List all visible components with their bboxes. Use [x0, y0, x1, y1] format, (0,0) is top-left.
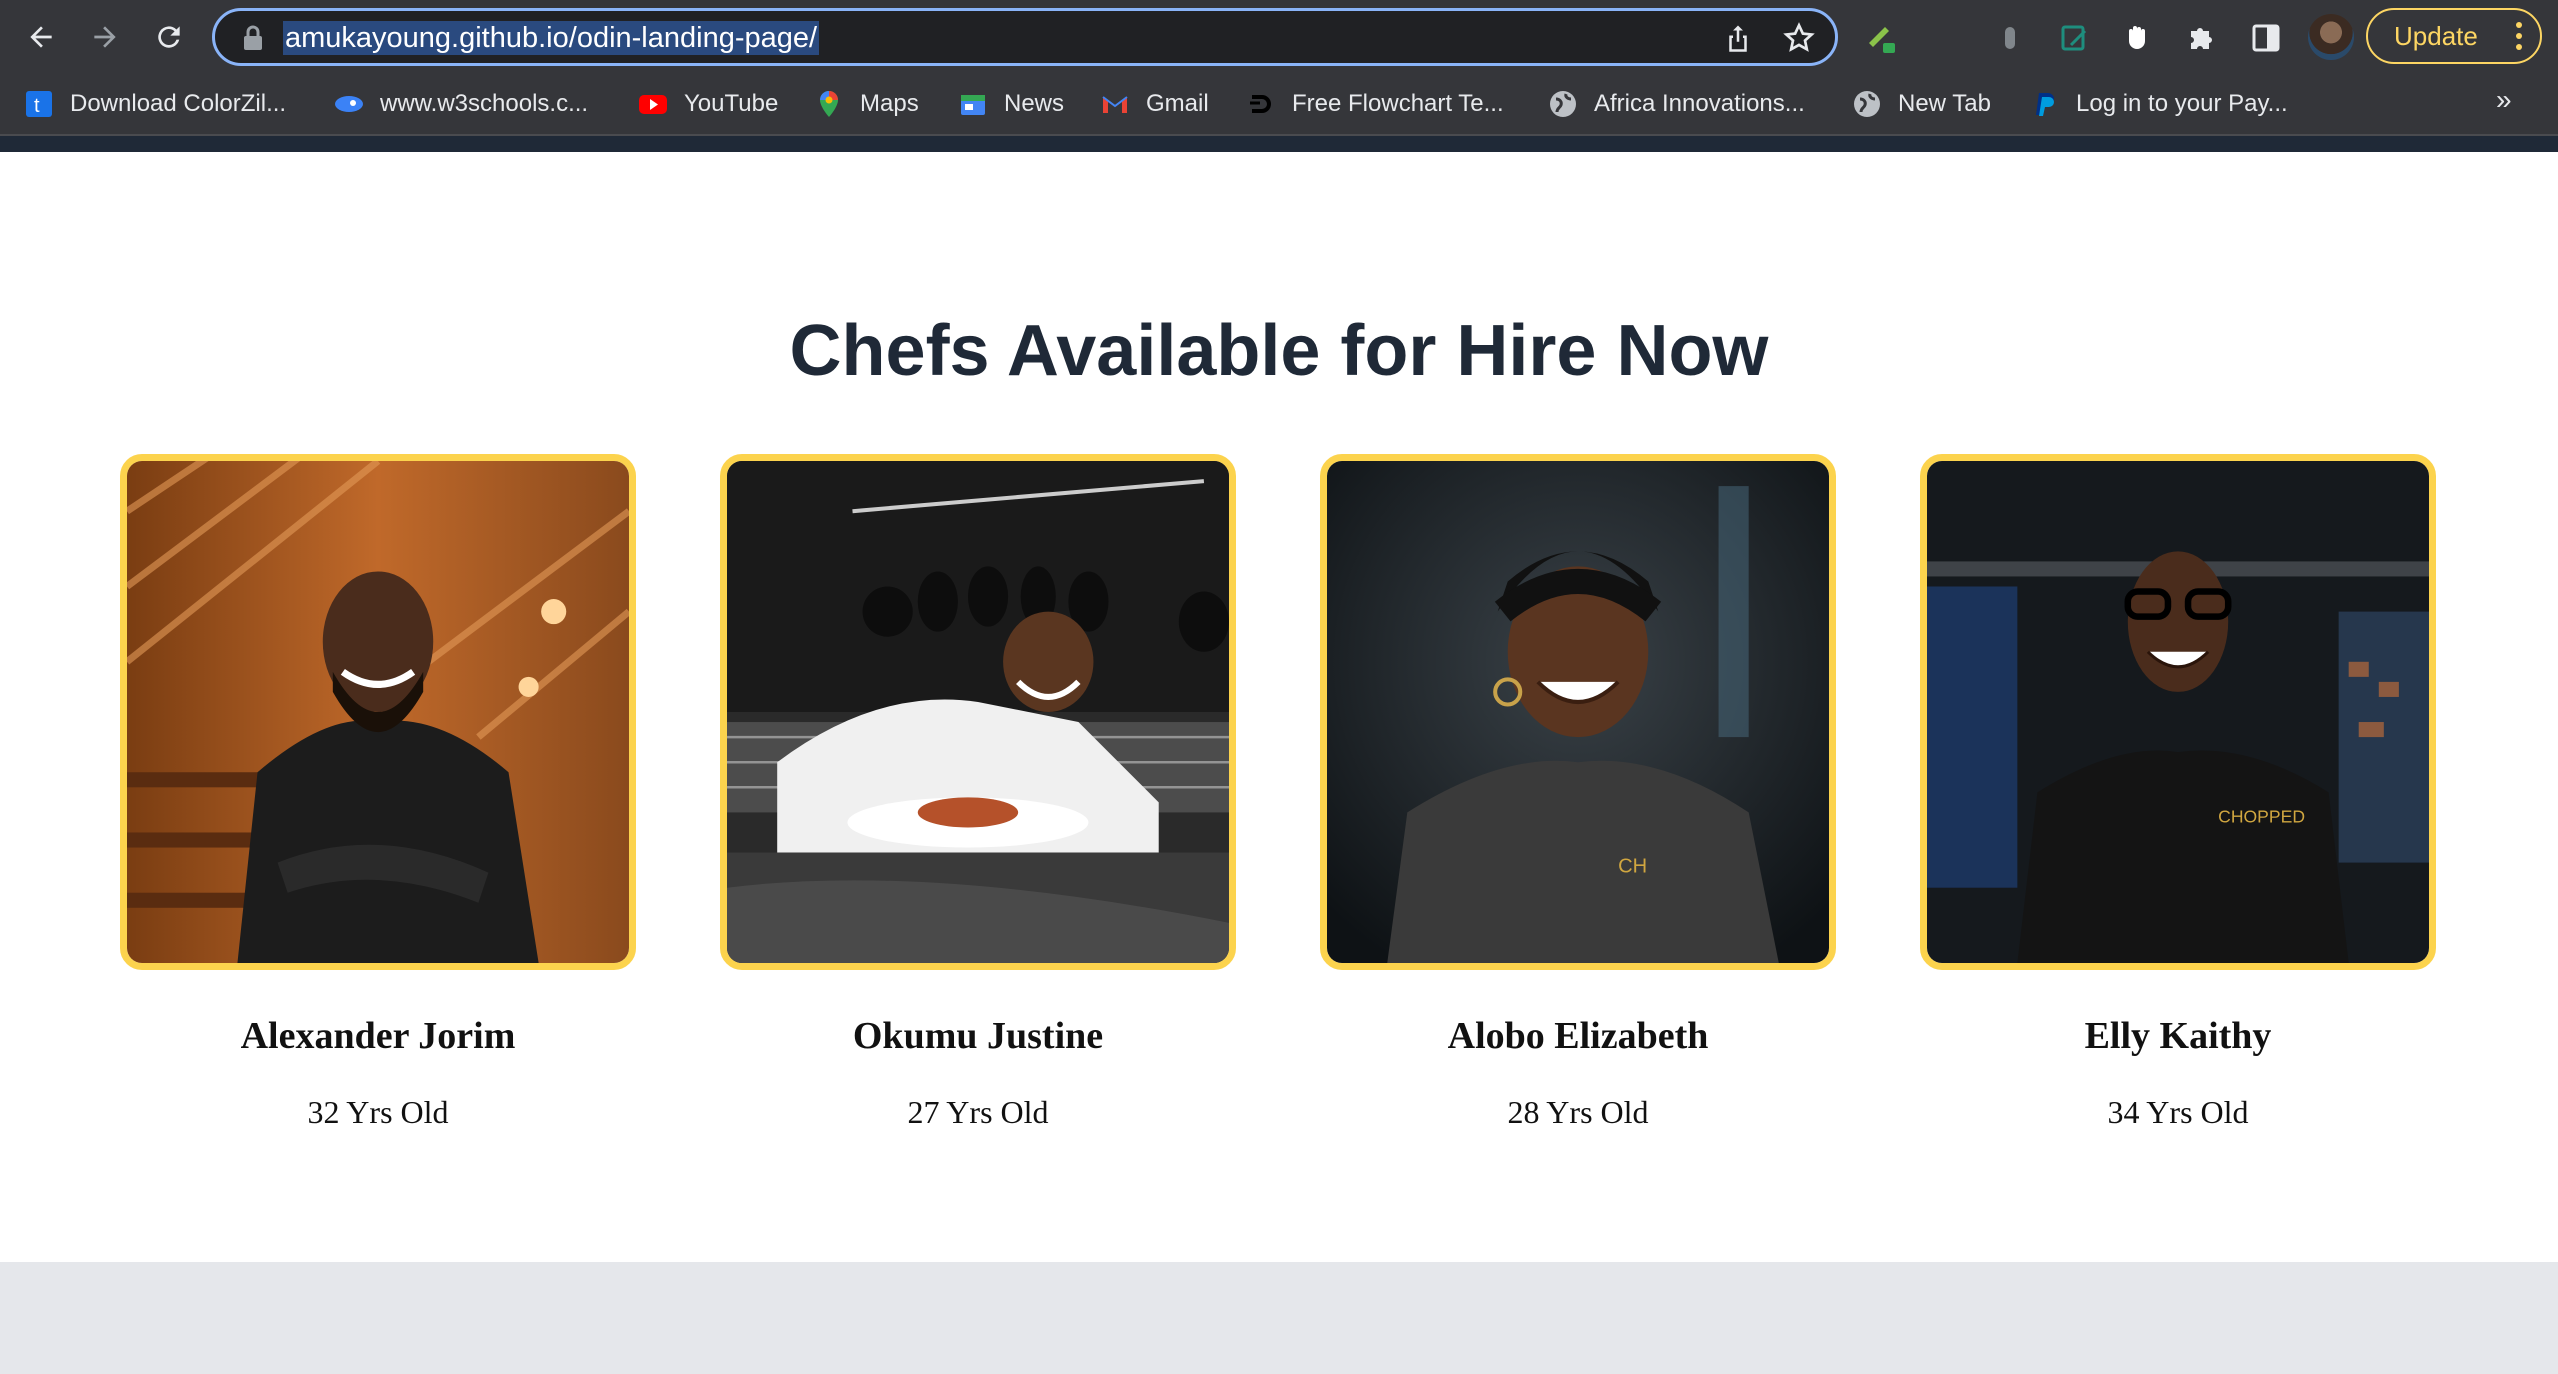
bookmark-label: Maps — [860, 90, 919, 117]
puzzle-extensions-icon[interactable] — [2182, 18, 2222, 58]
lock-icon[interactable] — [241, 25, 265, 51]
bookmark-item[interactable]: t Download ColorZil... — [24, 84, 286, 124]
chef-age: 32 Yrs Old — [307, 1094, 449, 1130]
bookmark-item[interactable]: Africa Innovations... — [1548, 84, 1805, 124]
bookmark-item[interactable]: YouTube — [638, 84, 778, 124]
pen-extension-icon[interactable] — [1862, 18, 1902, 58]
update-button[interactable]: Update — [2366, 8, 2542, 64]
menu-dots-icon[interactable] — [2516, 22, 2522, 50]
bookmark-item[interactable]: New Tab — [1852, 84, 1991, 124]
profile-avatar[interactable] — [2308, 14, 2354, 60]
chef-name: Okumu Justine — [852, 1015, 1104, 1057]
edit-extension-icon[interactable] — [2054, 18, 2094, 58]
globe-icon — [1852, 89, 1882, 119]
pin-extension-icon[interactable] — [1990, 18, 2030, 58]
chef-photo — [120, 454, 636, 970]
chef-name: Elly Kaithy — [2084, 1015, 2272, 1057]
reload-icon[interactable] — [144, 12, 194, 62]
hand-extension-icon[interactable] — [2118, 18, 2158, 58]
forward-arrow-icon[interactable] — [80, 12, 130, 62]
chef-photo: CH — [1320, 454, 1836, 970]
svg-text:CHOPPED: CHOPPED — [2218, 806, 2305, 826]
chef-card: Alexander Jorim 32 Yrs Old — [120, 454, 636, 1131]
bookmark-label: News — [1004, 90, 1065, 117]
bookmark-label: Free Flowchart Te... — [1292, 90, 1504, 117]
bookmarks-bar: t Download ColorZil... www.w3schools.c..… — [0, 74, 2558, 134]
bookmark-label: New Tab — [1898, 90, 1991, 117]
back-arrow-icon[interactable] — [16, 12, 66, 62]
w3schools-icon — [334, 89, 364, 119]
flowchart-icon — [1246, 89, 1276, 119]
bookmark-star-icon[interactable] — [1783, 22, 1815, 54]
maps-pin-icon — [814, 89, 844, 119]
chef-photo: CHOPPED — [1920, 454, 2436, 970]
bookmark-label: Download ColorZil... — [70, 90, 287, 117]
chef-age: 27 Yrs Old — [907, 1094, 1049, 1130]
svg-text:CH: CH — [1618, 856, 1647, 878]
address-url[interactable]: amukayoung.github.io/odin-landing-page/ — [283, 21, 820, 55]
update-button-label: Update — [2394, 21, 2478, 51]
section-heading: Chefs Available for Hire Now — [789, 311, 1769, 391]
bookmark-label: www.w3schools.c... — [380, 90, 589, 117]
page-header-strip — [0, 136, 2558, 152]
paypal-icon — [2030, 89, 2060, 119]
address-bar[interactable]: amukayoung.github.io/odin-landing-page/ — [212, 8, 1838, 66]
share-icon[interactable] — [1723, 23, 1753, 53]
bookmark-label: Africa Innovations... — [1594, 90, 1805, 117]
bookmark-item[interactable]: Log in to your Pay... — [2030, 84, 2288, 124]
bookmark-label: YouTube — [684, 90, 779, 117]
chef-photo — [720, 454, 1236, 970]
side-panel-icon[interactable] — [2246, 18, 2286, 58]
chef-card: CHOPPED Elly Kaithy 34 Yrs Old — [1920, 454, 2436, 1131]
bookmark-item[interactable]: Maps — [814, 84, 919, 124]
globe-icon — [1548, 89, 1578, 119]
chef-age: 34 Yrs Old — [2107, 1094, 2249, 1130]
page-content: Chefs Available for Hire Now Alexander J… — [0, 152, 2558, 1374]
chef-name: Alobo Elizabeth — [1447, 1015, 1709, 1057]
chef-age: 28 Yrs Old — [1507, 1094, 1649, 1130]
bookmark-label: Log in to your Pay... — [2076, 90, 2288, 117]
chef-card: Okumu Justine 27 Yrs Old — [720, 454, 1236, 1131]
bookmark-item[interactable]: www.w3schools.c... — [334, 84, 588, 124]
more-bookmarks-button[interactable]: » — [2496, 84, 2512, 116]
chef-card: CH Alobo Elizabeth 28 Yrs Old — [1320, 454, 1836, 1131]
gmail-icon — [1100, 89, 1130, 119]
bookmark-label: Gmail — [1146, 90, 1209, 117]
colorzilla-icon: t — [24, 89, 54, 119]
browser-toolbar: amukayoung.github.io/odin-landing-page/ … — [0, 0, 2558, 74]
next-section-band — [0, 1262, 2558, 1374]
svg-text:t: t — [34, 95, 40, 117]
browser-chrome: amukayoung.github.io/odin-landing-page/ … — [0, 0, 2558, 152]
chef-name: Alexander Jorim — [240, 1015, 516, 1057]
youtube-icon — [638, 89, 668, 119]
bookmark-item[interactable]: Gmail — [1100, 84, 1209, 124]
bookmark-item[interactable]: News — [958, 84, 1064, 124]
bookmark-item[interactable]: Free Flowchart Te... — [1246, 84, 1504, 124]
news-icon — [958, 89, 988, 119]
